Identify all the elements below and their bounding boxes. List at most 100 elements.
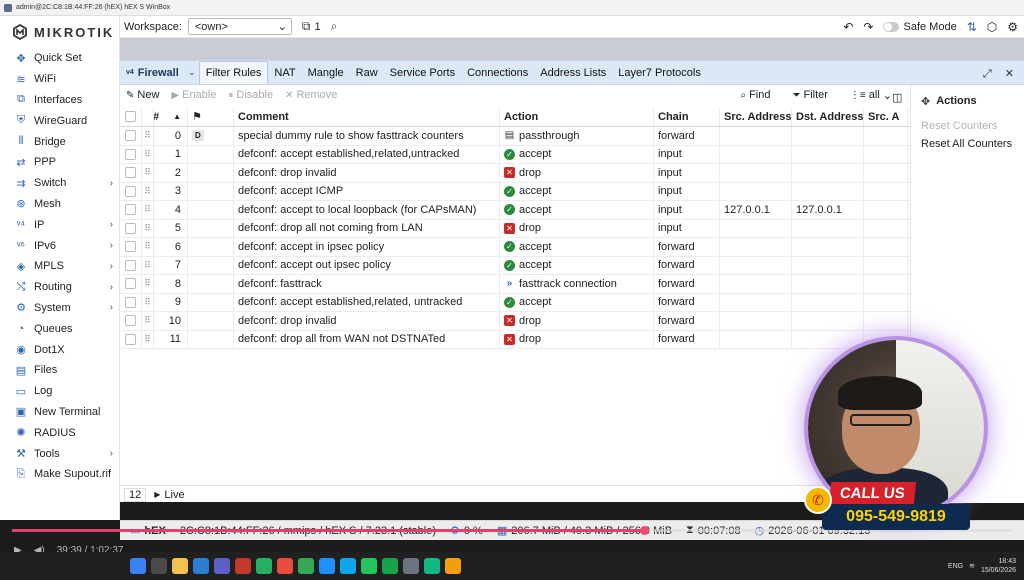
drag-handle-icon[interactable]: ⠿	[142, 164, 154, 182]
checkbox[interactable]	[125, 296, 136, 308]
taskbar-app-icon[interactable]	[151, 558, 167, 574]
table-row[interactable]: ⠿ 9 defconf: accept established,related, u…	[120, 293, 910, 312]
video-progress-knob[interactable]	[640, 526, 649, 535]
checkbox[interactable]	[125, 130, 136, 142]
table-row[interactable]: ⠿ 5 defconf: drop all not coming from LAN ✕…	[120, 219, 910, 238]
checkbox[interactable]	[125, 333, 136, 345]
live-toggle[interactable]: ▶ Live	[154, 489, 184, 501]
checkbox[interactable]	[125, 315, 136, 327]
select-all-checkbox[interactable]	[120, 107, 142, 126]
table-row[interactable]: ⠿ 1 defconf: accept established,related,un…	[120, 145, 910, 164]
restore-icon[interactable]: ⤢	[983, 68, 992, 80]
sidebar-item-ip[interactable]: ᵛ⁴ IP ›	[0, 214, 119, 235]
sidebar-item-ppp[interactable]: ⇄ PPP	[0, 152, 119, 173]
drag-handle-icon[interactable]: ⠿	[142, 127, 154, 145]
sidebar-item-system[interactable]: ⚙ System ›	[0, 298, 119, 319]
taskbar-app-icon[interactable]	[403, 558, 419, 574]
row-checkbox[interactable]	[120, 145, 142, 163]
package-icon[interactable]: ⬡	[987, 20, 997, 34]
drag-handle-icon[interactable]: ⠿	[142, 145, 154, 163]
row-checkbox[interactable]	[120, 275, 142, 293]
sidebar-item-dot1x[interactable]: ◉ Dot1X	[0, 339, 119, 360]
drag-handle-icon[interactable]: ⠿	[142, 182, 154, 200]
drag-handle-icon[interactable]: ⠿	[142, 275, 154, 293]
table-row[interactable]: ⠿ 10 defconf: drop invalid ✕ drop forward	[120, 312, 910, 331]
filter-button[interactable]: ⏷ Filter	[792, 89, 827, 101]
drag-handle-icon[interactable]: ⠿	[142, 238, 154, 256]
search-icon[interactable]: ⌕	[331, 19, 338, 34]
tab-raw[interactable]: Raw	[350, 61, 384, 84]
taskbar-app-icon[interactable]	[445, 558, 461, 574]
tab-address-lists[interactable]: Address Lists	[534, 61, 612, 84]
drag-handle-icon[interactable]: ⠿	[142, 330, 154, 348]
sidebar-item-mpls[interactable]: ◈ MPLS ›	[0, 256, 119, 277]
drag-handle-icon[interactable]: ⠿	[142, 201, 154, 219]
drag-handle-icon[interactable]: ⠿	[142, 256, 154, 274]
table-row[interactable]: ⠿ 11 defconf: drop all from WAN not DSTNAT…	[120, 330, 910, 349]
row-checkbox[interactable]	[120, 127, 142, 145]
checkbox[interactable]	[125, 222, 136, 234]
column-header-comment[interactable]: Comment	[234, 107, 500, 126]
drag-handle-icon[interactable]: ⠿	[142, 293, 154, 311]
table-row[interactable]: ⠿ 8 defconf: fasttrack » fasttrack connectio…	[120, 275, 910, 294]
disable-button[interactable]: ⏸ Disable	[228, 89, 273, 101]
sidebar-item-interfaces[interactable]: ⧉ Interfaces	[0, 90, 119, 111]
taskbar-app-icon[interactable]	[340, 558, 356, 574]
all-select[interactable]: ⋮≡ all ⌄	[850, 89, 892, 102]
column-header-chain[interactable]: Chain	[654, 107, 720, 126]
table-row[interactable]: ⠿ 0 Dspecial dummy rule to show fasttrack …	[120, 127, 910, 146]
sidebar-item-supout[interactable]: ⎘ Make Supout.rif	[0, 464, 119, 485]
taskbar-app-icon[interactable]	[382, 558, 398, 574]
sidebar-item-queues[interactable]: ◔ Queues	[0, 318, 119, 339]
column-header-src[interactable]: Src. Address	[720, 107, 792, 126]
close-icon[interactable]: ✕	[1005, 68, 1014, 80]
tab-layer7-protocols[interactable]: Layer7 Protocols	[612, 61, 707, 84]
checkbox[interactable]	[125, 259, 136, 271]
checkbox[interactable]	[125, 148, 136, 160]
sidebar-item-routing[interactable]: ⤭ Routing ›	[0, 277, 119, 298]
checkbox[interactable]	[125, 278, 136, 290]
drag-handle-icon[interactable]: ⠿	[142, 312, 154, 330]
checkbox[interactable]	[125, 167, 136, 179]
reset-counters-button[interactable]: Reset Counters	[911, 117, 1024, 135]
safe-mode-icon[interactable]: ⇅	[967, 20, 977, 34]
checkbox[interactable]	[125, 204, 136, 216]
column-header-num[interactable]: #▲	[154, 107, 188, 126]
sidebar-item-wireguard[interactable]: ⛨ WireGuard	[0, 110, 119, 131]
table-row[interactable]: ⠿ 7 defconf: accept out ipsec policy ✓ accep…	[120, 256, 910, 275]
checkbox[interactable]	[125, 241, 136, 253]
sidebar-item-wifi[interactable]: ≋ WiFi	[0, 69, 119, 90]
sidebar-item-radius[interactable]: ✺ RADIUS	[0, 422, 119, 443]
workspace-select[interactable]: <own> ⌄	[187, 18, 292, 35]
taskbar-app-icon[interactable]	[193, 558, 209, 574]
sidebar-item-switch[interactable]: ⇉ Switch ›	[0, 173, 119, 194]
sidebar-item-mesh[interactable]: ⊛ Mesh	[0, 194, 119, 215]
sidebar-item-bridge[interactable]: ⫴ Bridge	[0, 131, 119, 152]
new-button[interactable]: ✎ New	[126, 89, 159, 101]
checkbox[interactable]	[125, 185, 136, 197]
row-checkbox[interactable]	[120, 201, 142, 219]
table-row[interactable]: ⠿ 3 defconf: accept ICMP ✓ accept input	[120, 182, 910, 201]
sidebar-item-files[interactable]: ▤ Files	[0, 360, 119, 381]
tab-filter-rules[interactable]: Filter Rules	[198, 61, 269, 84]
settings-gear-icon[interactable]: ⚙	[1007, 20, 1018, 34]
drag-handle-icon[interactable]: ⠿	[142, 219, 154, 237]
row-checkbox[interactable]	[120, 238, 142, 256]
undo-icon[interactable]: ↶	[843, 20, 853, 34]
enable-button[interactable]: ▶ Enable	[171, 89, 216, 101]
row-checkbox[interactable]	[120, 164, 142, 182]
taskbar-app-icon[interactable]	[277, 558, 293, 574]
row-checkbox[interactable]	[120, 330, 142, 348]
table-row[interactable]: ⠿ 4 defconf: accept to local loopback (for…	[120, 201, 910, 220]
chevron-down-icon[interactable]: ⌄	[185, 67, 199, 78]
taskbar-app-icon[interactable]	[361, 558, 377, 574]
tab-connections[interactable]: Connections	[461, 61, 534, 84]
row-checkbox[interactable]	[120, 219, 142, 237]
row-checkbox[interactable]	[120, 293, 142, 311]
taskbar-app-icon[interactable]	[172, 558, 188, 574]
column-header-dst[interactable]: Dst. Address	[792, 107, 864, 126]
taskbar-app-icon[interactable]	[214, 558, 230, 574]
sidebar-item-terminal[interactable]: ▣ New Terminal	[0, 402, 119, 423]
taskbar-app-icon[interactable]	[130, 558, 146, 574]
row-checkbox[interactable]	[120, 182, 142, 200]
